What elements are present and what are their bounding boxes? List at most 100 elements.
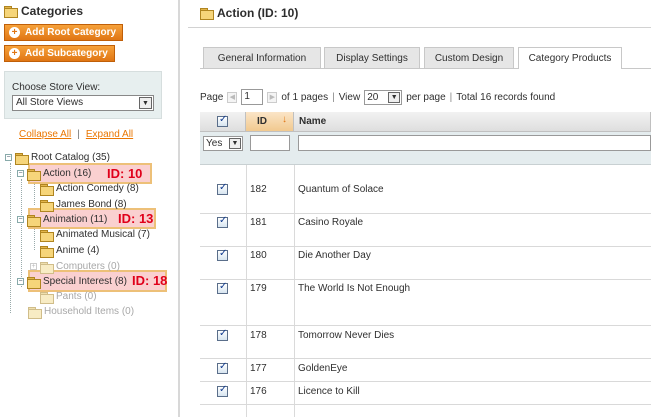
tree-node-special-interest[interactable]: − Special Interest (8) <box>17 276 127 289</box>
filter-row: Yes ▼ <box>200 132 651 165</box>
folder-icon <box>4 6 18 18</box>
add-subcategory-label: Add Subcategory <box>25 48 108 59</box>
sidebar-divider <box>178 0 180 417</box>
tree-node-computers[interactable]: + Computers (0) <box>30 261 120 274</box>
chevron-down-icon: ▼ <box>229 138 241 149</box>
row-id: 180 <box>250 250 267 261</box>
annotation-id-special-interest: ID: 18 <box>132 273 168 288</box>
column-header-id: ID <box>257 116 267 127</box>
annotation-id-action: ID: 10 <box>107 166 143 181</box>
expand-all-link[interactable]: Expand All <box>86 129 133 140</box>
row-divider <box>200 213 651 214</box>
per-page-select[interactable]: 20 ▼ <box>364 89 403 105</box>
pager-separator: | <box>449 91 453 103</box>
collapse-icon[interactable]: − <box>5 154 12 161</box>
add-root-category-button[interactable]: + Add Root Category <box>4 24 124 41</box>
in-category-filter-select[interactable]: Yes ▼ <box>203 136 243 151</box>
header-id-cell[interactable]: ID ↓ <box>246 112 294 132</box>
folder-icon <box>15 152 29 165</box>
row-name: Die Another Day <box>298 250 371 261</box>
name-filter-input[interactable] <box>298 135 651 151</box>
add-root-category-label: Add Root Category <box>25 27 117 38</box>
tree-node-anime[interactable]: Anime (4) <box>40 245 100 258</box>
folder-icon <box>27 214 41 227</box>
folder-icon <box>40 183 54 196</box>
row-checkbox[interactable] <box>217 384 228 397</box>
in-category-filter-value: Yes <box>206 138 223 149</box>
tree-node-action[interactable]: − Action (16) <box>17 168 91 181</box>
row-checkbox[interactable] <box>217 182 228 195</box>
page-count: of 1 pages <box>281 91 329 103</box>
folder-icon <box>40 199 54 212</box>
tree-node-animated-musical[interactable]: Animated Musical (7) <box>40 229 150 242</box>
next-page-icon[interactable]: ▶ <box>267 91 278 103</box>
select-all-checkbox[interactable] <box>217 114 228 127</box>
tab-display-settings[interactable]: Display Settings <box>324 47 420 68</box>
collapse-icon[interactable]: − <box>17 216 24 223</box>
page-label: Page <box>200 91 224 103</box>
tree-node-label: Animation (11) <box>43 214 108 225</box>
tree-connector <box>21 179 22 287</box>
collapse-icon[interactable]: − <box>17 170 24 177</box>
row-id: 182 <box>250 184 267 195</box>
annotation-id-animation: ID: 13 <box>118 211 154 226</box>
category-sidebar: Categories + Add Root Category + Add Sub… <box>0 0 178 417</box>
tree-node-james-bond[interactable]: James Bond (8) <box>40 199 127 212</box>
sort-arrow-icon: ↓ <box>282 114 287 125</box>
collapse-icon[interactable]: − <box>17 278 24 285</box>
folder-icon <box>40 291 54 304</box>
tab-general-information[interactable]: General Information <box>203 47 321 68</box>
row-divider <box>200 358 651 359</box>
tree-node-action-comedy[interactable]: Action Comedy (8) <box>40 183 139 196</box>
tab-label: Display Settings <box>336 52 408 64</box>
tree-node-root-catalog[interactable]: − Root Catalog (35) <box>5 152 110 165</box>
tree-node-label: Household Items (0) <box>44 306 135 317</box>
collapse-all-link[interactable]: Collapse All <box>19 129 71 140</box>
row-name: Casino Royale <box>298 217 364 228</box>
previous-page-icon[interactable]: ◀ <box>227 91 238 103</box>
link-separator: | <box>77 129 80 140</box>
expand-icon[interactable]: + <box>30 263 37 270</box>
store-view-select[interactable]: All Store Views ▼ <box>12 95 154 111</box>
tree-node-household-items[interactable]: Household Items (0) <box>28 306 135 319</box>
tab-custom-design[interactable]: Custom Design <box>424 47 514 68</box>
folder-icon <box>40 245 54 258</box>
row-name: Licence to Kill <box>298 386 360 397</box>
row-divider <box>200 279 651 280</box>
folder-icon <box>28 306 42 319</box>
total-records: Total 16 records found <box>456 91 556 103</box>
column-divider <box>294 165 295 417</box>
sidebar-title: Categories <box>4 4 83 18</box>
page-title-text: Action (ID: 10) <box>217 6 299 20</box>
plus-icon: + <box>9 27 20 38</box>
header-select-cell <box>200 112 246 132</box>
row-divider <box>200 325 651 326</box>
title-divider <box>188 27 651 28</box>
row-id: 177 <box>250 363 267 374</box>
tab-category-products[interactable]: Category Products <box>518 47 622 69</box>
tree-node-label: Action Comedy (8) <box>56 183 139 194</box>
tree-node-label: Pants (0) <box>56 291 97 302</box>
row-checkbox[interactable] <box>217 248 228 261</box>
tree-node-pants[interactable]: Pants (0) <box>40 291 97 304</box>
tree-node-label: Root Catalog (35) <box>31 152 110 163</box>
tree-node-label: Computers (0) <box>56 261 120 272</box>
row-divider <box>200 381 651 382</box>
row-checkbox[interactable] <box>217 281 228 294</box>
plus-icon: + <box>9 48 20 59</box>
store-view-value: All Store Views <box>16 97 84 108</box>
row-id: 181 <box>250 217 267 228</box>
row-checkbox[interactable] <box>217 215 228 228</box>
tree-node-label: Anime (4) <box>56 245 100 256</box>
id-filter-input[interactable] <box>250 135 290 151</box>
row-checkbox[interactable] <box>217 361 228 374</box>
tab-label: Custom Design <box>434 52 504 64</box>
row-checkbox[interactable] <box>217 328 228 341</box>
pager-separator: | <box>332 91 335 103</box>
tree-node-label: James Bond (8) <box>56 199 127 210</box>
tree-node-animation[interactable]: − Animation (11) <box>17 214 108 227</box>
add-subcategory-button[interactable]: + Add Subcategory <box>4 45 115 62</box>
page-number-input[interactable]: 1 <box>241 89 264 105</box>
store-view-label: Choose Store View: <box>12 82 101 93</box>
header-name-cell[interactable]: Name <box>294 112 651 132</box>
